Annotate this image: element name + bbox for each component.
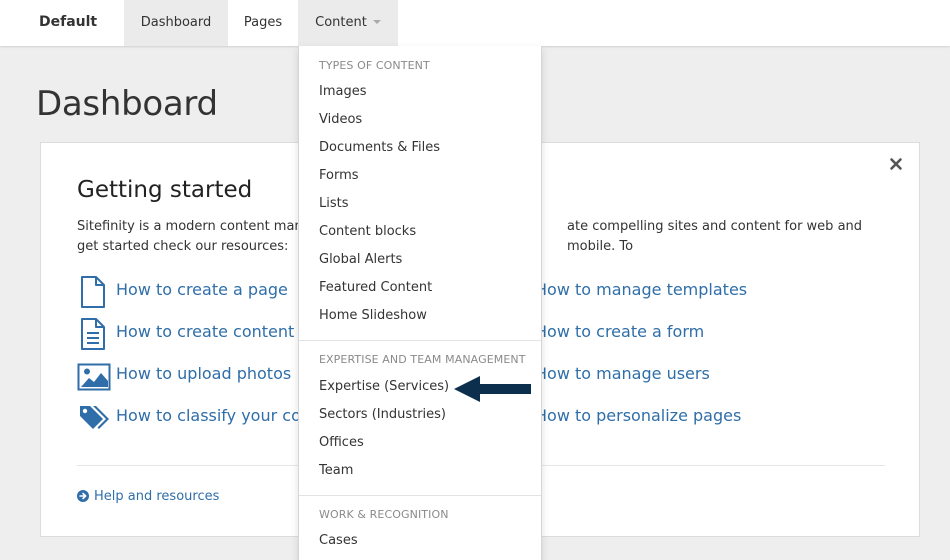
dropdown-divider — [299, 495, 541, 496]
menu-item-documents-files[interactable]: Documents & Files — [319, 140, 440, 155]
tab-pages[interactable]: Pages — [228, 0, 298, 46]
menu-item-forms[interactable]: Forms — [319, 168, 359, 183]
page-icon — [81, 276, 105, 308]
link-upload-photos[interactable]: How to upload photos — [116, 364, 291, 383]
help-resources-label: Help and resources — [94, 489, 220, 504]
chevron-down-icon — [372, 19, 381, 24]
link-create-page[interactable]: How to create a page — [116, 280, 288, 299]
tab-content-label: Content — [315, 15, 367, 30]
intro-text-right: ate compelling sites and content for web… — [567, 219, 863, 254]
tag-icon — [80, 406, 109, 429]
dropdown-divider — [299, 340, 541, 341]
arrow-circle-right-icon — [77, 490, 89, 502]
menu-item-videos[interactable]: Videos — [319, 112, 362, 127]
menu-item-cases[interactable]: Cases — [319, 533, 358, 548]
help-resources-link[interactable]: Help and resources — [77, 488, 219, 504]
menu-item-offices[interactable]: Offices — [319, 435, 364, 450]
annotation-arrow-icon — [454, 376, 531, 402]
top-navigation-bar: Default Dashboard Pages Content — [0, 0, 950, 46]
link-manage-templates[interactable]: How to manage templates — [535, 280, 747, 299]
link-classify-content[interactable]: How to classify your cont — [116, 406, 317, 425]
tab-dashboard-label: Dashboard — [140, 15, 212, 30]
document-icon — [81, 318, 105, 350]
page-title: Dashboard — [36, 84, 218, 124]
menu-item-expertise-services[interactable]: Expertise (Services) — [319, 379, 449, 394]
site-brand[interactable]: Default — [39, 14, 97, 30]
tab-pages-label: Pages — [243, 15, 283, 30]
tab-content[interactable]: Content — [298, 0, 398, 46]
link-personalize-pages[interactable]: How to personalize pages — [535, 406, 741, 425]
intro-text-left: Sitefinity is a modern content manag — [77, 219, 319, 234]
image-icon — [77, 363, 111, 391]
menu-item-lists[interactable]: Lists — [319, 196, 349, 211]
menu-item-featured-content[interactable]: Featured Content — [319, 280, 432, 295]
close-icon[interactable] — [889, 157, 903, 171]
menu-item-sectors-industries[interactable]: Sectors (Industries) — [319, 407, 446, 422]
menu-item-global-alerts[interactable]: Global Alerts — [319, 252, 402, 267]
link-create-form[interactable]: How to create a form — [535, 322, 704, 341]
dropdown-section-header: EXPERTISE AND TEAM MANAGEMENT — [319, 353, 526, 366]
dropdown-section-header: WORK & RECOGNITION — [319, 508, 449, 521]
content-dropdown-menu: TYPES OF CONTENT Images Videos Documents… — [298, 46, 542, 560]
link-create-content[interactable]: How to create content — [116, 322, 294, 341]
menu-item-images[interactable]: Images — [319, 84, 367, 99]
menu-item-home-slideshow[interactable]: Home Slideshow — [319, 308, 427, 323]
dropdown-section-header: TYPES OF CONTENT — [319, 59, 430, 72]
card-title: Getting started — [77, 177, 253, 203]
tab-dashboard[interactable]: Dashboard — [124, 0, 228, 46]
link-manage-users[interactable]: How to manage users — [535, 364, 710, 383]
menu-item-content-blocks[interactable]: Content blocks — [319, 224, 416, 239]
menu-item-team[interactable]: Team — [319, 463, 353, 478]
